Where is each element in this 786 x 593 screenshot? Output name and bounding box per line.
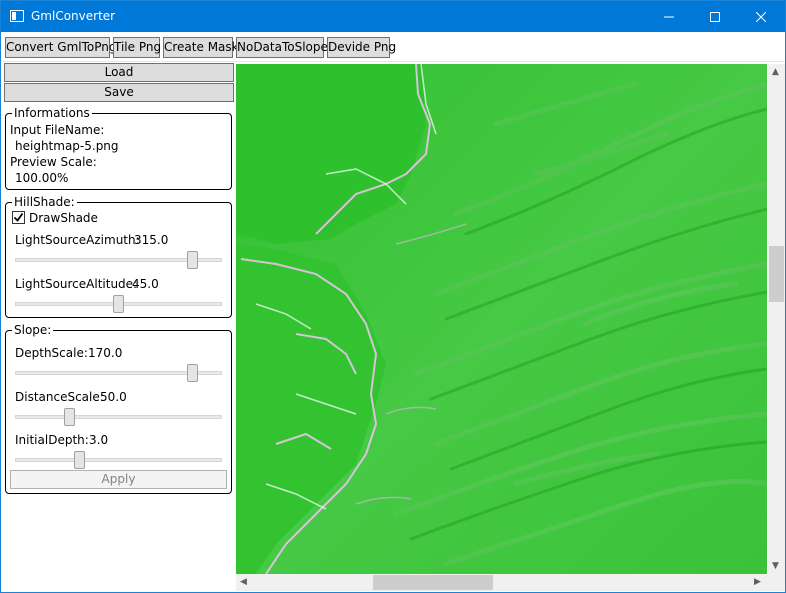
scroll-up-icon[interactable]: ▲ [772,67,779,77]
distance-scale-slider-thumb[interactable] [64,408,75,426]
scroll-left-icon[interactable]: ◀ [240,577,247,587]
input-filename-value: heightmap-5.png [15,139,119,153]
minimize-button[interactable] [646,1,692,32]
tile-png-button[interactable]: Tile Png [113,37,161,58]
hillshade-group: HillShade: DrawShade LightSourceAzimuth:… [5,195,232,318]
informations-group: Informations Input FileName: heightmap-5… [5,106,232,190]
draw-shade-checkbox[interactable] [12,211,25,224]
minimize-icon [664,16,674,17]
initial-depth-value: 3.0 [89,433,109,447]
settings-panel: Load Save Informations Input FileName: h… [1,62,235,592]
azimuth-label: LightSourceAzimuth: [15,233,140,247]
no-data-to-slope-button[interactable]: NoDataToSlope [236,37,328,58]
scroll-down-icon[interactable]: ▼ [772,561,779,571]
convert-gml-to-png-button[interactable]: Convert GmlToPng [5,37,116,58]
slope-title: Slope: [12,323,54,337]
maximize-button[interactable] [692,1,738,32]
close-button[interactable] [738,1,784,32]
vertical-scrollbar[interactable]: ▲ ▼ [768,64,785,574]
horizontal-scroll-thumb[interactable] [373,575,493,590]
close-icon [756,11,766,22]
heightmap-preview[interactable] [236,64,767,574]
hillshade-image [236,64,767,574]
window-title: GmlConverter [31,9,116,23]
azimuth-slider-thumb[interactable] [186,251,198,269]
draw-shade-label: DrawShade [29,211,98,225]
checkmark-icon [13,212,24,222]
informations-title: Informations [12,106,92,120]
load-button[interactable]: Load [4,63,234,82]
slope-group: Slope: DepthScale: 170.0 DistanceScale: … [5,323,232,494]
altitude-slider-thumb[interactable] [113,295,124,313]
title-bar[interactable]: GmlConverter [1,1,785,32]
distance-scale-slider-track[interactable] [15,415,222,419]
app-window: GmlConverter Convert GmlToPng Tile Png C… [0,0,786,593]
initial-depth-label: InitialDepth: [15,433,89,447]
input-filename-label: Input FileName: [10,123,105,137]
horizontal-scrollbar[interactable]: ◀ ▶ [236,574,768,591]
preview-scale-label: Preview Scale: [10,155,97,169]
devide-png-button[interactable]: Devide Png [327,37,396,58]
altitude-label: LightSourceAltitude: [15,277,138,291]
apply-button[interactable]: Apply [10,470,227,489]
distance-scale-value: 50.0 [100,390,127,404]
create-mask-button[interactable]: Create Mask [163,37,239,58]
scrollbar-corner [768,574,785,591]
distance-scale-label: DistanceScale: [15,390,104,404]
altitude-value: 45.0 [132,277,159,291]
maximize-icon [710,11,720,22]
depth-scale-slider-thumb[interactable] [187,364,199,382]
scroll-right-icon[interactable]: ▶ [754,577,761,587]
vertical-scroll-thumb[interactable] [769,246,784,302]
app-icon [10,10,24,22]
hillshade-title: HillShade: [12,195,77,209]
toolbar: Convert GmlToPng Tile Png Create Mask No… [1,32,785,62]
depth-scale-label: DepthScale: [15,346,88,360]
save-button[interactable]: Save [4,83,234,102]
initial-depth-slider-track[interactable] [15,458,222,462]
initial-depth-slider-thumb[interactable] [73,451,85,469]
azimuth-value: 315.0 [134,233,169,247]
depth-scale-value: 170.0 [88,346,123,360]
preview-scale-value: 100.00% [15,171,69,185]
